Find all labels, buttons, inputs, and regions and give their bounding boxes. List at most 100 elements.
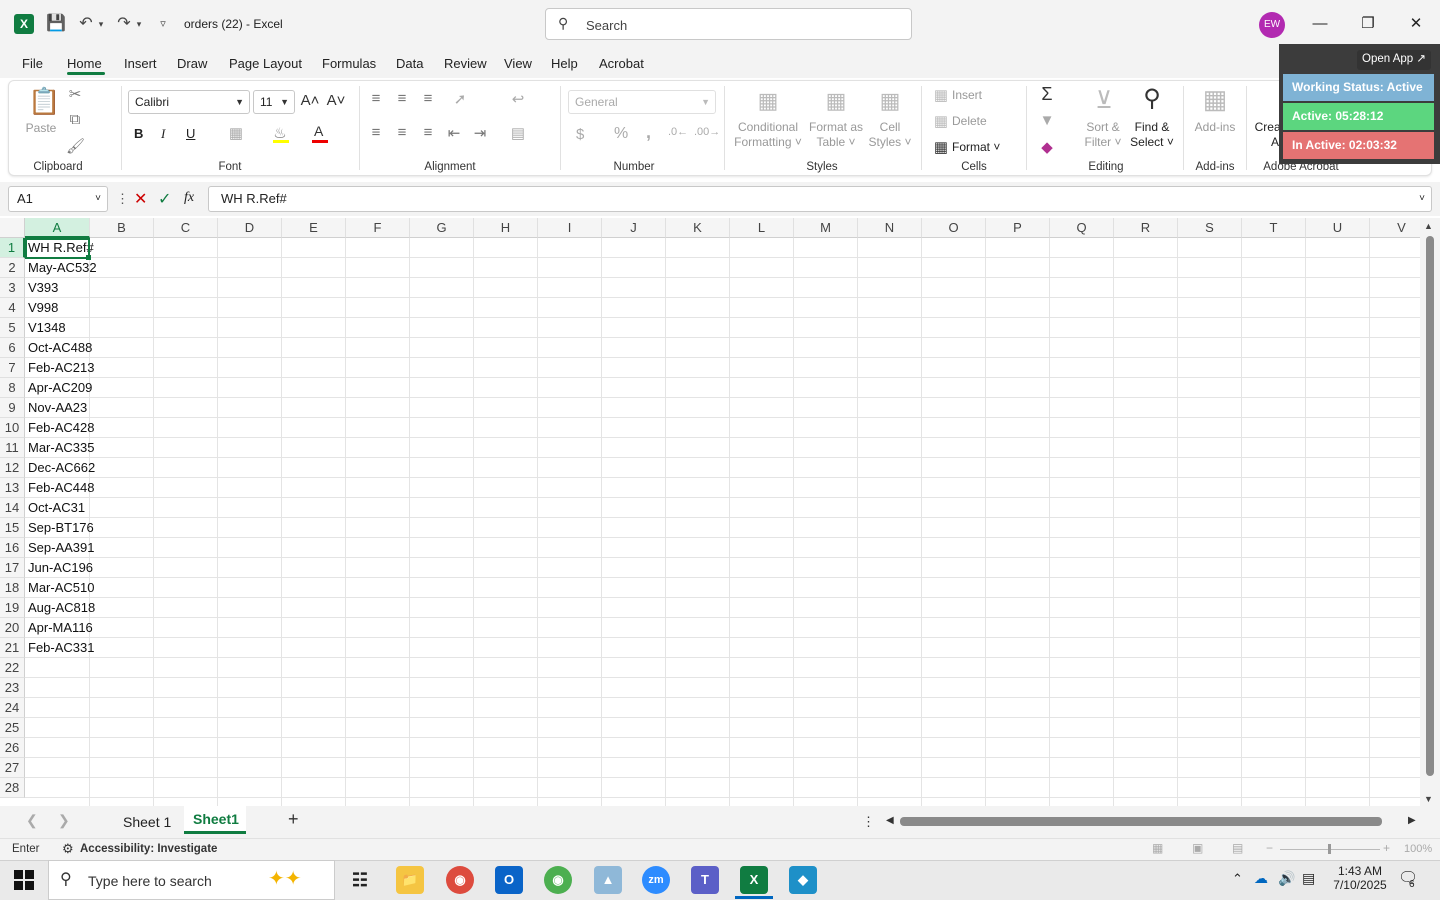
zoom-level[interactable]: 100% — [1404, 843, 1432, 855]
row-header[interactable]: 26 — [0, 738, 25, 758]
cell-a19[interactable]: Aug-AC818 — [28, 598, 95, 618]
row-header[interactable]: 2 — [0, 258, 25, 278]
column-header[interactable]: S — [1178, 218, 1242, 238]
row-header[interactable]: 7 — [0, 358, 25, 378]
cell-a13[interactable]: Feb-AC448 — [28, 478, 94, 498]
scroll-down-icon[interactable]: ▼ — [1424, 794, 1433, 804]
tab-data[interactable]: Data — [396, 56, 423, 71]
align-left-icon[interactable]: ≡ — [366, 124, 386, 141]
row-header[interactable]: 10 — [0, 418, 25, 438]
sheet-tab-sheet-1[interactable]: Sheet 1 — [123, 814, 171, 830]
cell-a16[interactable]: Sep-AA391 — [28, 538, 95, 558]
sort-filter-button[interactable]: Sort & Filter ˅ — [1080, 120, 1126, 150]
zoom-out-icon[interactable]: − — [1266, 841, 1273, 855]
decrease-decimal-icon[interactable]: .00→ — [694, 126, 720, 138]
number-format-select[interactable]: General ▼ — [568, 90, 716, 114]
chrome-icon[interactable]: ◉ — [446, 866, 474, 894]
column-header[interactable]: N — [858, 218, 922, 238]
next-sheet-icon[interactable]: ❯ — [58, 812, 70, 829]
row-header[interactable]: 12 — [0, 458, 25, 478]
restore-icon[interactable]: ❐ — [1356, 12, 1380, 36]
font-color-icon[interactable]: A — [314, 123, 323, 139]
cell-styles-icon[interactable]: ▦ — [874, 88, 906, 116]
column-header[interactable]: I — [538, 218, 602, 238]
tab-draw[interactable]: Draw — [177, 56, 207, 71]
confirm-entry-icon[interactable]: ✓ — [158, 189, 171, 209]
fill-icon[interactable]: ▼ — [1036, 112, 1058, 129]
row-header[interactable]: 24 — [0, 698, 25, 718]
cell-a9[interactable]: Nov-AA23 — [28, 398, 87, 418]
percent-button[interactable]: % — [614, 125, 628, 143]
add-ins-button[interactable]: Add-ins — [1190, 120, 1240, 135]
scroll-up-icon[interactable]: ▲ — [1424, 221, 1433, 231]
sort-filter-icon[interactable]: ⊻ — [1088, 86, 1120, 115]
column-header[interactable]: O — [922, 218, 986, 238]
tab-review[interactable]: Review — [444, 56, 487, 71]
task-view-icon[interactable]: ☷ — [346, 866, 374, 894]
row-header[interactable]: 11 — [0, 438, 25, 458]
open-app-button[interactable]: Open App ↗ — [1357, 50, 1431, 70]
clock[interactable]: 1:43 AM 7/10/2025 — [1332, 864, 1388, 892]
borders-icon[interactable]: ▦ — [226, 124, 246, 142]
row-header[interactable]: 20 — [0, 618, 25, 638]
format-as-table-icon[interactable]: ▦ — [820, 88, 852, 116]
align-center-icon[interactable]: ≡ — [392, 124, 412, 141]
redo-icon[interactable]: ↷ — [114, 12, 134, 36]
formula-input[interactable]: WH R.Ref# ˅ — [208, 186, 1432, 212]
find-select-button[interactable]: Find & Select ˅ — [1128, 120, 1176, 150]
prev-sheet-icon[interactable]: ❮ — [26, 812, 38, 829]
insert-cells-icon[interactable]: ▦ — [932, 86, 950, 104]
column-header[interactable]: F — [346, 218, 410, 238]
row-header[interactable]: 9 — [0, 398, 25, 418]
row-header[interactable]: 5 — [0, 318, 25, 338]
cell-a7[interactable]: Feb-AC213 — [28, 358, 94, 378]
teams-icon[interactable]: T — [691, 866, 719, 894]
cell-a14[interactable]: Oct-AC31 — [28, 498, 85, 518]
customize-qat-icon[interactable]: ▿ — [156, 12, 170, 36]
cell-a6[interactable]: Oct-AC488 — [28, 338, 92, 358]
column-header[interactable]: P — [986, 218, 1050, 238]
increase-font-icon[interactable]: A˄ — [300, 92, 320, 109]
column-header[interactable]: L — [730, 218, 794, 238]
page-break-view-icon[interactable]: ▤ — [1232, 841, 1243, 855]
outlook-icon[interactable]: O — [495, 866, 523, 894]
clear-icon[interactable]: ◆ — [1036, 138, 1058, 156]
cell-a18[interactable]: Mar-AC510 — [28, 578, 94, 598]
delete-cells-icon[interactable]: ▦ — [932, 112, 950, 130]
accessibility-status[interactable]: Accessibility: Investigate — [80, 843, 217, 855]
column-header[interactable]: C — [154, 218, 218, 238]
tab-acrobat[interactable]: Acrobat — [599, 56, 644, 71]
add-sheet-button[interactable]: + — [288, 809, 299, 830]
tab-page-layout[interactable]: Page Layout — [229, 56, 302, 71]
column-header[interactable]: T — [1242, 218, 1306, 238]
search-box[interactable]: ⚲ Search — [545, 8, 912, 40]
cell-a8[interactable]: Apr-AC209 — [28, 378, 92, 398]
tab-view[interactable]: View — [504, 56, 532, 71]
insert-function-icon[interactable]: fx — [184, 190, 194, 206]
tab-file[interactable]: File — [22, 56, 43, 71]
undo-icon[interactable]: ↶ — [76, 12, 96, 36]
wrap-text-icon[interactable]: ↩ — [508, 90, 528, 108]
autosum-icon[interactable]: Σ — [1036, 84, 1058, 105]
excel-taskbar-icon[interactable]: X — [740, 866, 768, 894]
row-header[interactable]: 13 — [0, 478, 25, 498]
row-header[interactable]: 1 — [0, 238, 25, 258]
redo-dropdown-icon[interactable]: ▾ — [134, 12, 144, 36]
column-header[interactable]: A — [25, 218, 90, 238]
horizontal-scroll-thumb[interactable] — [900, 817, 1382, 826]
italic-button[interactable]: I — [161, 126, 165, 142]
tab-home[interactable]: Home — [67, 56, 102, 71]
close-icon[interactable]: ✕ — [1404, 12, 1428, 36]
accessibility-icon[interactable]: ⚙ — [62, 841, 74, 857]
currency-button[interactable]: $ — [576, 126, 584, 143]
vertical-scroll-thumb[interactable] — [1426, 236, 1434, 776]
tab-options-icon[interactable]: ⋮ — [862, 814, 875, 830]
row-header[interactable]: 21 — [0, 638, 25, 658]
align-bottom-icon[interactable]: ≡ — [418, 90, 438, 107]
zoom-in-icon[interactable]: + — [1383, 841, 1390, 855]
app-icon-2[interactable]: ◆ — [789, 866, 817, 894]
column-header[interactable]: U — [1306, 218, 1370, 238]
row-header[interactable]: 17 — [0, 558, 25, 578]
align-middle-icon[interactable]: ≡ — [392, 90, 412, 107]
paste-button[interactable]: Paste — [22, 121, 60, 136]
